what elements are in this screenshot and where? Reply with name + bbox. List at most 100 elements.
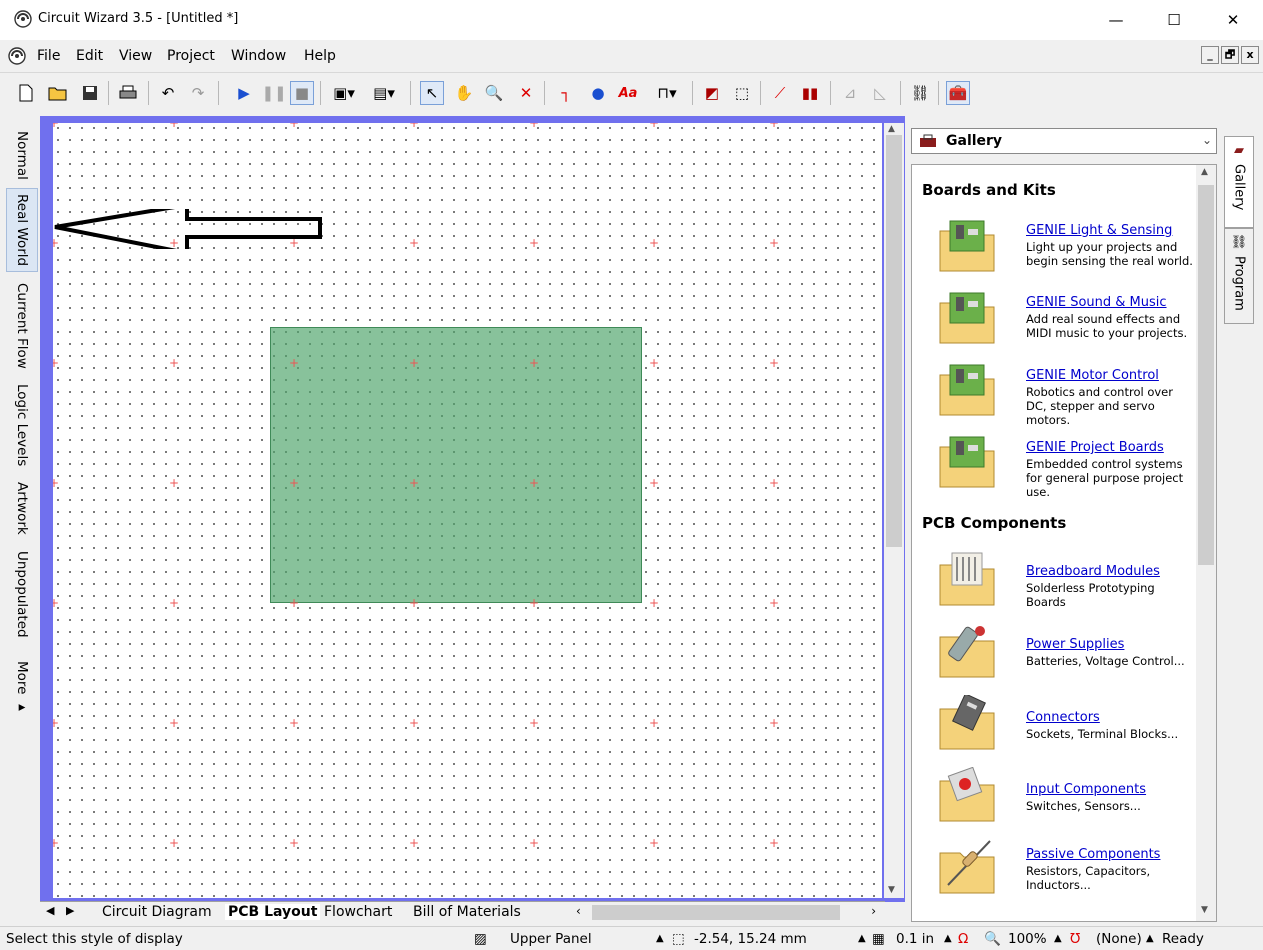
pcb-canvas[interactable]: + + + + + + + + + + + + + + + + + + + + + + + + + + + + + + + + + + + + + + + +… [53,123,882,898]
menu-project[interactable]: Project [167,48,215,64]
side-tab-current-flow[interactable]: Current Flow [6,278,38,374]
tab-next-icon[interactable]: ▶ [66,904,74,917]
pcb-board[interactable] [270,327,642,603]
menu-view[interactable]: View [119,48,152,64]
wire-track-icon[interactable]: ┐ [554,81,578,105]
menu-help[interactable]: Help [304,48,336,64]
delete-icon[interactable]: ✕ [514,81,538,105]
maximize-button[interactable]: ☐ [1145,0,1203,40]
status-hint: Select this style of display [6,931,183,947]
grid-marker-icon: + [288,716,300,730]
gallery-dropdown[interactable]: Gallery ⌄ [911,128,1217,154]
gallery-scroll-thumb[interactable] [1198,185,1214,565]
status-panel[interactable]: Upper Panel [510,931,592,947]
tab-flowchart[interactable]: Flowchart [324,904,392,920]
side-tab-normal[interactable]: Normal [6,124,38,186]
pause-icon[interactable]: ❚❚ [261,81,286,105]
status-zoom[interactable]: 100% [1008,931,1047,947]
select-pointer-icon[interactable]: ↖ [420,81,444,105]
gallery-link-input-components[interactable]: Input Components [1026,782,1146,797]
caret-up-icon[interactable]: ▲ [944,933,952,944]
grid-marker-icon: + [768,236,780,250]
grid-marker-icon: + [53,123,60,130]
grid-marker-icon: + [408,123,420,130]
zoom-magnifier-icon[interactable]: 🔍 [482,81,506,105]
pad-icon[interactable]: ● [586,81,610,105]
gallery-link-connectors[interactable]: Connectors [1026,710,1100,725]
side-tab-more[interactable]: More ▸ [6,658,38,718]
app-logo-icon [14,10,32,28]
mdi-close-button[interactable]: x [1241,46,1259,64]
tab-bill-of-materials[interactable]: Bill of Materials [413,904,521,920]
tab-circuit-diagram[interactable]: Circuit Diagram [102,904,212,920]
gallery-link-genie-motor[interactable]: GENIE Motor Control [1026,368,1159,383]
tab-prev-icon[interactable]: ◀ [46,904,54,917]
menu-file[interactable]: File [37,48,60,64]
text-tool-icon[interactable]: Aa [616,81,640,105]
caret-up-icon[interactable]: ▲ [1146,933,1154,944]
grid-marker-icon: + [768,716,780,730]
menu-window[interactable]: Window [231,48,286,64]
mdi-minimize-button[interactable]: _ [1201,46,1219,64]
stop-icon[interactable]: ■ [290,81,314,105]
canvas-vertical-scrollbar[interactable]: ▲ ▼ [884,123,904,898]
gallery-scrollbar[interactable]: ▲ ▼ [1196,165,1216,921]
grid-marker-icon: + [408,476,420,490]
gallery-toggle-icon[interactable]: 🧰 [946,81,970,105]
board-outline-icon[interactable]: ⬚ [730,81,754,105]
run-icon[interactable]: ▶ [232,81,256,105]
right-tab-gallery[interactable]: ▰ Gallery [1224,136,1254,228]
menu-edit[interactable]: Edit [76,48,103,64]
gallery-link-genie-project[interactable]: GENIE Project Boards [1026,440,1164,455]
board-dropdown-icon[interactable]: ▤▾ [368,81,400,105]
open-folder-icon[interactable] [46,81,70,105]
side-tab-logic-levels[interactable]: Logic Levels [6,380,38,470]
canvas-horizontal-scrollbar[interactable]: ‹ › [570,903,882,922]
mdi-restore-button[interactable]: 🗗 [1221,46,1239,64]
folder-resistor-icon [939,840,995,894]
new-file-icon[interactable] [14,81,38,105]
redo-icon[interactable]: ↷ [186,81,210,105]
close-button[interactable]: ✕ [1204,0,1262,40]
minimize-button[interactable]: — [1087,0,1145,40]
tab-pcb-layout[interactable]: PCB Layout [225,904,321,920]
gallery-link-passive-components[interactable]: Passive Components [1026,847,1160,862]
side-tab-real-world[interactable]: Real World [6,188,38,272]
magnet-icon: Ω [958,931,969,947]
horizontal-scroll-thumb[interactable] [592,905,840,920]
print-icon[interactable] [116,81,140,105]
program-tree-icon[interactable]: ⛓ [908,81,932,105]
grid-marker-icon: + [288,356,300,370]
undo-icon[interactable]: ↶ [156,81,180,105]
status-probe[interactable]: (None) [1096,931,1142,947]
grid-marker-icon: + [648,476,660,490]
grid-marker-icon: + [288,236,300,250]
caret-up-icon[interactable]: ▲ [656,933,664,944]
pcb-canvas-frame: + + + + + + + + + + + + + + + + + + + + + + + + + + + + + + + + + + + + + + + +… [40,116,905,902]
status-grid[interactable]: 0.1 in [896,931,934,947]
probe-icon[interactable]: ⟋ [768,81,792,105]
component-dropdown-icon[interactable]: ▣▾ [328,81,360,105]
gallery-link-genie-light[interactable]: GENIE Light & Sensing [1026,223,1172,238]
autoroute-icon[interactable]: ◩ [700,81,724,105]
align-dropdown-icon[interactable]: ⊓▾ [650,81,684,105]
caret-up-icon[interactable]: ▲ [858,933,866,944]
gallery-link-power-supplies[interactable]: Power Supplies [1026,637,1124,652]
vertical-scroll-thumb[interactable] [886,135,902,547]
gallery-link-genie-sound[interactable]: GENIE Sound & Music [1026,295,1167,310]
side-tab-unpopulated[interactable]: Unpopulated [6,546,38,642]
save-icon[interactable] [78,81,102,105]
gallery-link-breadboard[interactable]: Breadboard Modules [1026,564,1160,579]
grid-marker-icon: + [768,123,780,130]
right-tab-program[interactable]: ⛓ Program [1224,228,1254,324]
pan-hand-icon[interactable]: ✋ [452,81,476,105]
grid-marker-icon: + [408,356,420,370]
section-title-boards: Boards and Kits [922,181,1056,199]
graph-icon[interactable]: ▮▮ [798,81,822,105]
caret-up-icon[interactable]: ▲ [1054,933,1062,944]
mdi-controls: _ 🗗 x [1201,46,1259,64]
side-tab-artwork[interactable]: Artwork [6,476,38,540]
flip-right-icon[interactable]: ◺ [868,81,892,105]
document-icon[interactable] [8,47,26,65]
flip-left-icon[interactable]: ⊿ [838,81,862,105]
